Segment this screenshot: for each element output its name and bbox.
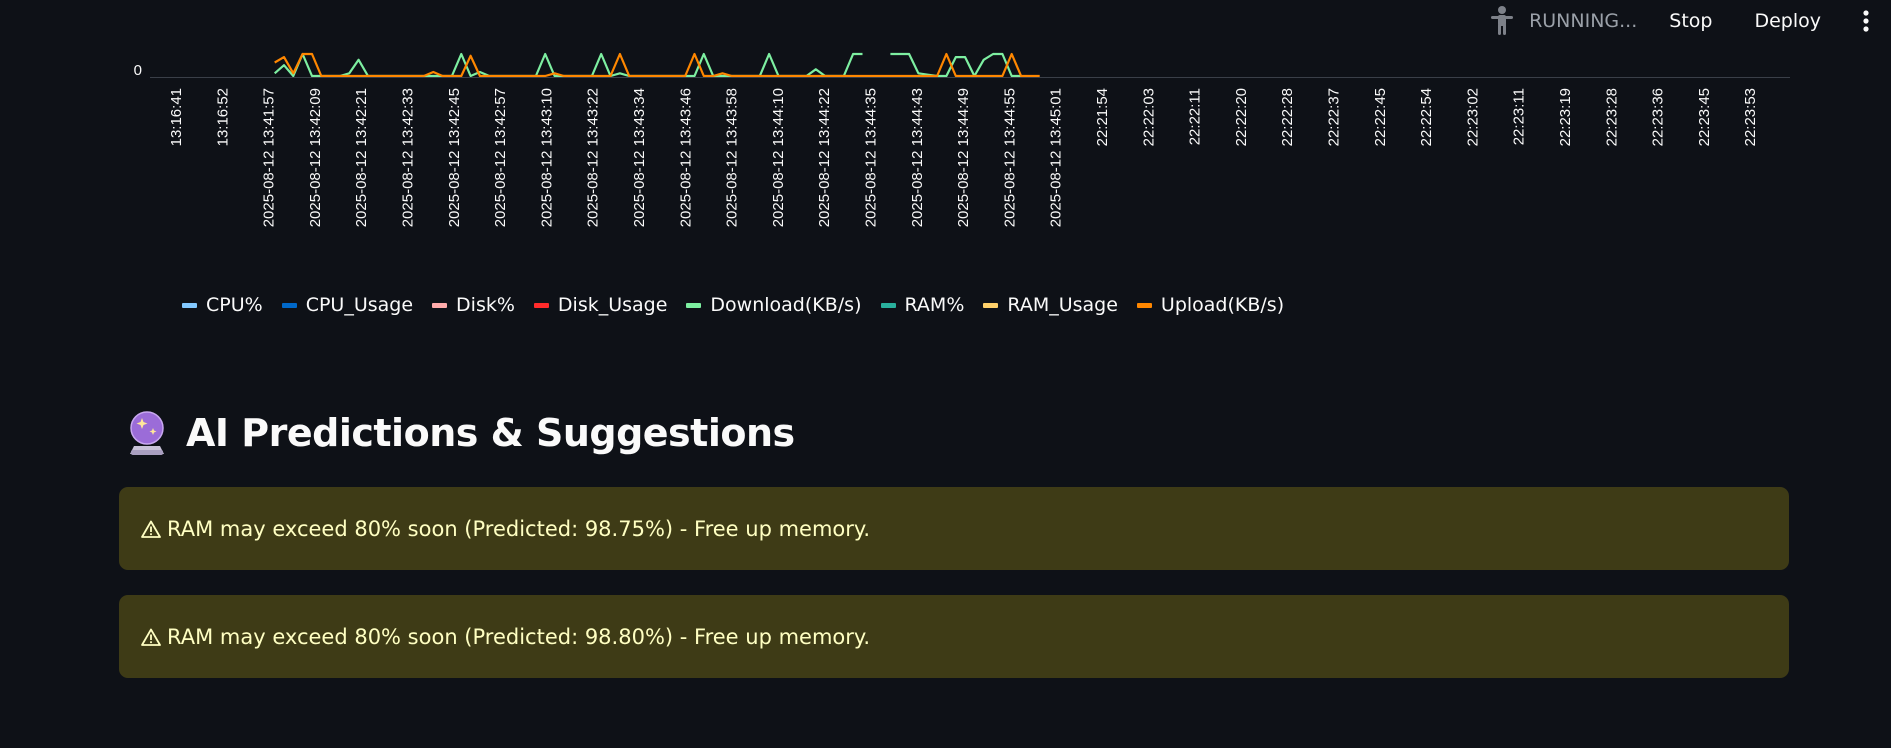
x-tick-label: 2025-08-12 13:44:22 [816,88,833,227]
legend-swatch [686,302,702,308]
legend-item[interactable]: Download(KB/s) [686,294,862,316]
legend-label: Disk% [456,294,515,316]
x-tick-label: 2025-08-12 13:44:43 [909,88,926,227]
x-tick-label: 22:22:03 [1140,88,1157,146]
x-tick-label: 22:22:28 [1279,88,1296,146]
legend-swatch [281,302,297,308]
x-tick-label: 22:23:19 [1557,88,1574,146]
x-tick-label: 22:23:53 [1742,88,1759,146]
x-tick-label: 22:22:20 [1233,88,1250,146]
x-tick-label: 13:16:41 [168,88,185,146]
legend-item[interactable]: RAM_Usage [983,294,1118,316]
metrics-line-chart: 0 13:16:41 13:16:52 2025-08-12 13:41:57 202… [134,52,1790,227]
legend-item[interactable]: CPU_Usage [281,294,414,316]
legend-label: Download(KB/s) [710,294,862,316]
legend-label: Disk_Usage [557,294,668,316]
x-tick-label: 2025-08-12 13:42:45 [446,88,463,227]
series-line [273,52,1022,78]
x-tick-label: 13:16:52 [214,88,231,146]
x-tick-label: 2025-08-12 13:42:21 [353,88,370,227]
alert-text: RAM may exceed 80% soon (Predicted: 98.8… [167,624,870,649]
legend-swatch [983,302,999,308]
legend-label: RAM% [904,294,965,316]
x-tick-label: 2025-08-12 13:44:49 [955,88,972,227]
predictions-header: AI Predictions & Suggestions [128,410,795,456]
legend-swatch [1136,302,1152,308]
x-tick-label: 2025-08-12 13:42:09 [307,88,324,227]
chart-legend: CPU% CPU_Usage Disk% Disk_Usage Download(KB/… [182,294,1303,316]
x-tick-label: 22:22:37 [1326,88,1343,146]
x-tick-label: 22:23:28 [1603,88,1620,146]
x-tick-label: 22:23:45 [1696,88,1713,146]
x-tick-label: 22:22:11 [1187,88,1204,145]
x-tick-label: 22:23:11 [1511,88,1528,145]
x-tick-label: 2025-08-12 13:43:46 [677,88,694,227]
x-tick-labels: 13:16:41 13:16:52 2025-08-12 13:41:57 2025-… [168,88,1759,227]
x-tick-label: 2025-08-12 13:43:22 [585,88,602,227]
legend-item[interactable]: CPU% [182,294,263,316]
x-tick-label: 2025-08-12 13:42:57 [492,88,509,227]
legend-item[interactable]: Disk% [432,294,515,316]
legend-swatch [880,302,896,308]
legend-swatch [182,302,197,308]
x-tick-label: 22:22:54 [1418,88,1435,146]
crystal-ball-icon [130,411,164,455]
legend-label: CPU_Usage [305,294,414,316]
warning-triangle-icon [141,520,161,538]
x-tick-label: 2025-08-12 13:43:34 [631,88,648,227]
legend-item[interactable]: Disk_Usage [533,294,668,316]
series-line [274,52,1040,78]
legend-item[interactable]: RAM% [880,294,965,316]
x-tick-label: 2025-08-12 13:42:33 [400,88,417,227]
alert-text: RAM may exceed 80% soon (Predicted: 98.7… [167,516,870,541]
legend-item[interactable]: Upload(KB/s) [1136,294,1285,316]
y-tick-label: 0 [134,62,142,79]
x-tick-label: 2025-08-12 13:43:58 [724,88,741,227]
chart-series-layer [273,52,1040,78]
x-tick-label: 22:23:02 [1464,88,1481,146]
legend-label: CPU% [206,294,263,316]
legend-label: RAM_Usage [1007,294,1118,316]
x-tick-label: 2025-08-12 13:41:57 [261,88,278,227]
x-tick-label: 22:23:36 [1650,88,1667,146]
x-tick-label: 2025-08-12 13:44:10 [770,88,787,227]
x-tick-label: 2025-08-12 13:45:01 [1048,88,1065,227]
warning-triangle-icon [141,628,161,646]
x-tick-label: 2025-08-12 13:44:35 [863,88,880,227]
x-tick-label: 22:22:45 [1372,88,1389,146]
legend-swatch [432,302,448,308]
page-title: AI Predictions & Suggestions [186,411,795,455]
legend-swatch [533,302,549,308]
x-tick-label: 22:21:54 [1094,88,1111,146]
legend-label: Upload(KB/s) [1160,294,1285,316]
alert-warning: RAM may exceed 80% soon (Predicted: 98.7… [119,487,1789,570]
alert-warning: RAM may exceed 80% soon (Predicted: 98.8… [119,595,1789,678]
x-tick-label: 2025-08-12 13:44:55 [1001,88,1018,227]
x-tick-label: 2025-08-12 13:43:10 [538,88,555,227]
